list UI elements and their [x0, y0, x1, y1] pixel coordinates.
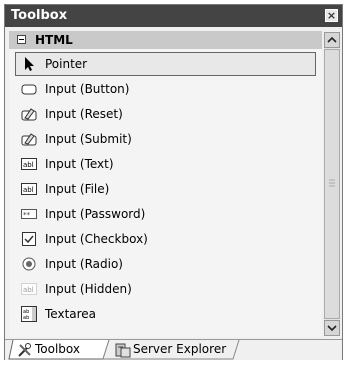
list-item-input-password[interactable]: ** Input (Password)	[15, 202, 322, 226]
password-icon: **	[21, 206, 37, 222]
item-label: Input (Submit)	[45, 132, 132, 146]
category-label: HTML	[35, 33, 73, 47]
item-label: Input (Checkbox)	[45, 232, 148, 246]
pointer-icon	[21, 56, 37, 72]
close-icon: ×	[326, 9, 337, 22]
list-item-input-reset[interactable]: Input (Reset)	[15, 102, 322, 126]
close-button[interactable]: ×	[325, 9, 338, 22]
tab-toolbox[interactable]: Toolbox	[13, 340, 105, 359]
textbox-icon: abl	[21, 156, 37, 172]
svg-text:ab: ab	[23, 315, 29, 321]
reset-icon	[21, 106, 37, 122]
svg-text:**: **	[23, 211, 31, 219]
toolbox-list: HTML Pointer Input (Button) Input (Reset…	[9, 31, 322, 337]
svg-text:abl: abl	[23, 161, 34, 169]
item-label: Input (Radio)	[45, 257, 123, 271]
grip-icon	[329, 179, 335, 187]
tab-strip: Toolbox Server Explorer	[5, 339, 342, 360]
scroll-thumb[interactable]	[324, 49, 340, 319]
vertical-scrollbar[interactable]	[324, 32, 340, 336]
file-input-icon: abl	[21, 181, 37, 197]
list-item-input-submit[interactable]: Input (Submit)	[15, 127, 322, 151]
svg-text:abl: abl	[23, 286, 34, 294]
collapse-icon[interactable]	[17, 35, 26, 44]
list-item-input-button[interactable]: Input (Button)	[15, 77, 322, 101]
submit-icon	[21, 131, 37, 147]
list-item-pointer[interactable]: Pointer	[15, 52, 316, 76]
server-icon	[115, 342, 131, 358]
title-bar: Toolbox ×	[5, 5, 342, 27]
item-label: Input (Reset)	[45, 107, 123, 121]
list-item-input-file[interactable]: abl Input (File)	[15, 177, 322, 201]
list-item-input-radio[interactable]: Input (Radio)	[15, 252, 322, 276]
list-item-input-hidden[interactable]: abl Input (Hidden)	[15, 277, 322, 301]
svg-text:abl: abl	[23, 186, 34, 194]
tab-server-explorer[interactable]: Server Explorer	[111, 340, 233, 359]
item-label: Pointer	[45, 57, 88, 71]
item-label: Input (Text)	[45, 157, 114, 171]
button-icon	[21, 81, 37, 97]
radio-icon	[21, 256, 37, 272]
window-title: Toolbox	[11, 8, 68, 23]
category-html[interactable]: HTML	[9, 31, 322, 49]
list-item-textarea[interactable]: ab ab Textarea	[15, 302, 322, 326]
item-label: Input (Button)	[45, 82, 130, 96]
chevron-down-icon	[327, 325, 337, 332]
list-item-input-text[interactable]: abl Input (Text)	[15, 152, 322, 176]
toolbox-window: Toolbox × HTML Pointer Input (Button) In…	[4, 4, 343, 360]
chevron-up-icon	[327, 36, 337, 43]
hidden-input-icon: abl	[21, 281, 37, 297]
checkbox-icon	[21, 231, 37, 247]
item-label: Textarea	[45, 307, 97, 321]
tab-label: Toolbox	[35, 342, 80, 356]
item-label: Input (Password)	[45, 207, 146, 221]
tools-icon	[17, 342, 33, 358]
tab-label: Server Explorer	[133, 342, 227, 356]
textarea-icon: ab ab	[21, 306, 37, 322]
list-item-input-checkbox[interactable]: Input (Checkbox)	[15, 227, 322, 251]
scroll-down-button[interactable]	[324, 320, 340, 336]
item-label: Input (Hidden)	[45, 282, 132, 296]
item-label: Input (File)	[45, 182, 110, 196]
scroll-up-button[interactable]	[324, 32, 340, 48]
